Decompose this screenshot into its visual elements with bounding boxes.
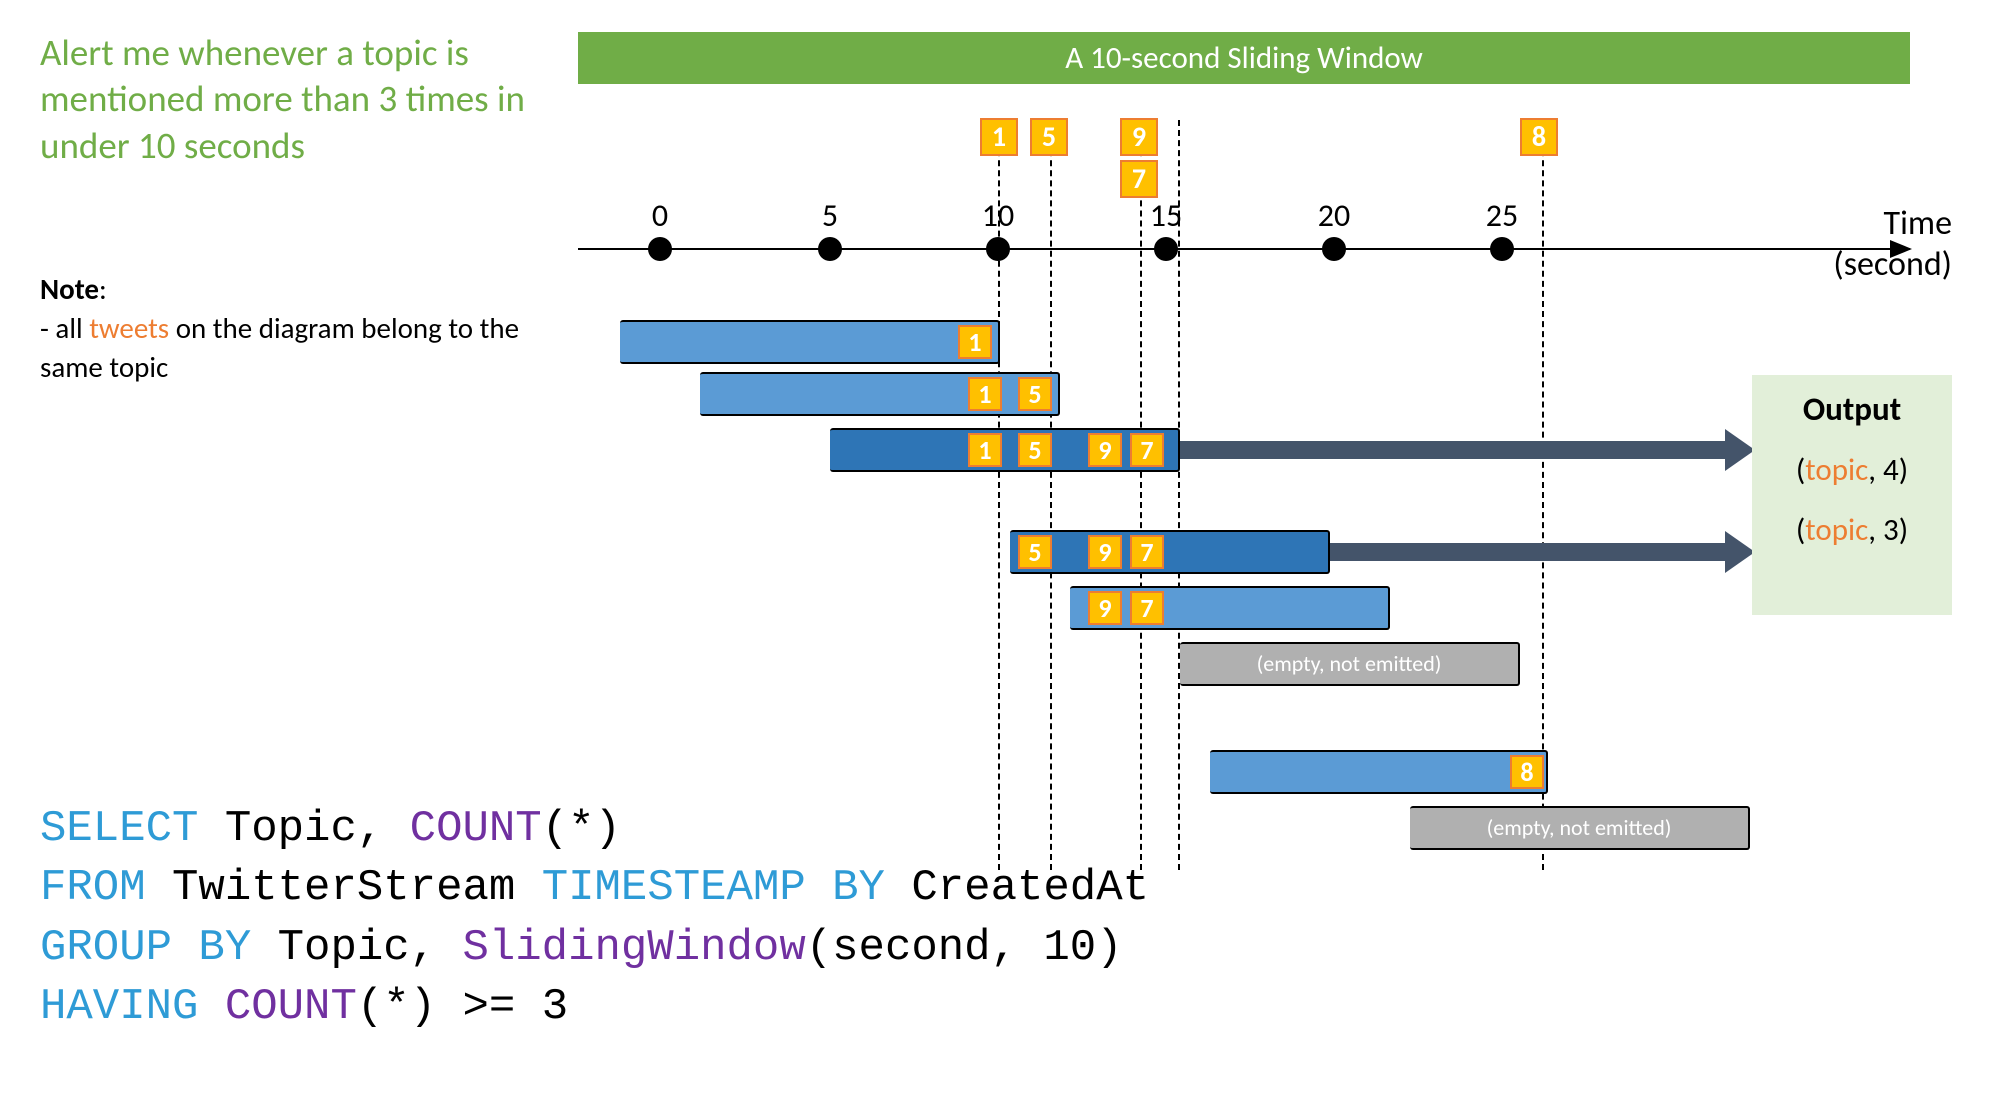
axis-tick (1154, 237, 1178, 261)
note-line-pre: - all (40, 310, 89, 346)
window-event-marker: 9 (1088, 591, 1122, 625)
note-block: Note: - all tweets on the diagram belong… (40, 270, 560, 387)
window-event-marker: 5 (1018, 433, 1052, 467)
event-marker: 8 (1520, 118, 1558, 156)
window-event-marker: 1 (968, 433, 1002, 467)
window-event-marker: 5 (1018, 377, 1052, 411)
sql-query: SELECT Topic, COUNT(*) FROM TwitterStrea… (40, 800, 1149, 1038)
axis-label: Time (second) (1833, 204, 1952, 286)
title-text: Alert me whenever a topic is mentioned m… (40, 30, 560, 169)
event-marker: 5 (1030, 118, 1068, 156)
window-event-marker: 9 (1088, 535, 1122, 569)
sliding-window-bar: 97 (1070, 586, 1390, 630)
window-event-marker: 7 (1130, 591, 1164, 625)
note-label: Note (40, 271, 99, 307)
window-banner: A 10-second Sliding Window (578, 32, 1910, 84)
axis-tick-label: 0 (652, 196, 668, 235)
output-panel: Output (topic, 4) (topic, 3) (1752, 375, 1952, 615)
window-event-marker: 9 (1088, 433, 1122, 467)
axis-label-line1: Time (1884, 203, 1952, 244)
axis-tick-label: 5 (822, 196, 838, 235)
window-event-marker: 5 (1018, 535, 1052, 569)
event-vline (1140, 120, 1142, 870)
note-highlight: tweets (89, 310, 169, 346)
output-header: Output (1762, 389, 1942, 429)
axis-tick (818, 237, 842, 261)
window-event-marker: 1 (968, 377, 1002, 411)
event-marker: 7 (1120, 160, 1158, 198)
output-arrow-icon (1330, 543, 1725, 561)
axis-tick (1322, 237, 1346, 261)
event-vline (1178, 120, 1180, 870)
sliding-window-bar: 15 (700, 372, 1060, 416)
sliding-window-bar: 5 97 (1010, 530, 1330, 574)
axis-tick-label: 20 (1318, 196, 1350, 235)
sliding-window-bar: 1597 (830, 428, 1180, 472)
window-event-marker: 7 (1130, 535, 1164, 569)
window-event-marker: 1 (958, 325, 992, 359)
time-axis (578, 248, 1910, 250)
event-vline (998, 120, 1000, 870)
sliding-window-bar: 1 (620, 320, 1000, 364)
axis-label-line2: (second) (1833, 244, 1952, 285)
window-event-marker: 8 (1510, 755, 1544, 789)
window-event-marker: 7 (1130, 433, 1164, 467)
empty-window-bar: (empty, not emitted) (1410, 806, 1750, 850)
sliding-window-bar: 8 (1210, 750, 1548, 794)
event-marker: 9 (1120, 118, 1158, 156)
axis-tick-label: 25 (1486, 196, 1518, 235)
event-vline (1050, 120, 1052, 870)
output-row: (topic, 4) (1762, 451, 1942, 489)
empty-window-bar: (empty, not emitted) (1180, 642, 1520, 686)
axis-tick (648, 237, 672, 261)
event-marker: 1 (980, 118, 1018, 156)
output-row: (topic, 3) (1762, 511, 1942, 549)
output-arrow-icon (1180, 441, 1725, 459)
axis-tick (1490, 237, 1514, 261)
